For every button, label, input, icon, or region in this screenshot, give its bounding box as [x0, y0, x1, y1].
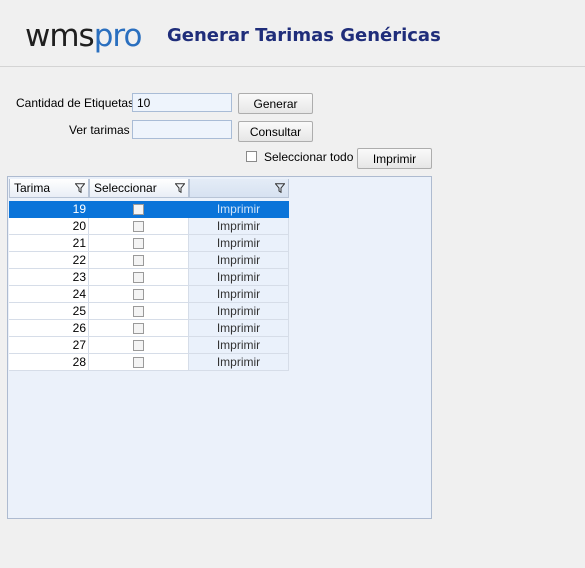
- column-header-seleccionar[interactable]: Seleccionar: [89, 179, 189, 198]
- page-title: Generar Tarimas Genéricas: [167, 25, 441, 46]
- row-checkbox[interactable]: [133, 255, 144, 266]
- seleccionar-cell[interactable]: [89, 320, 189, 337]
- cantidad-etiquetas-input[interactable]: 10: [132, 93, 232, 112]
- tarima-cell[interactable]: 28: [9, 354, 89, 371]
- tarima-cell[interactable]: 27: [9, 337, 89, 354]
- imprimir-row-button[interactable]: Imprimir: [189, 286, 289, 303]
- imprimir-row-button[interactable]: Imprimir: [189, 354, 289, 371]
- filter-icon[interactable]: [175, 183, 185, 193]
- wmspro-logo: wmspro: [25, 18, 143, 54]
- cantidad-etiquetas-label: Cantidad de Etiquetas: [16, 96, 135, 110]
- imprimir-row-button[interactable]: Imprimir: [189, 337, 289, 354]
- filter-icon[interactable]: [75, 183, 85, 193]
- row-checkbox[interactable]: [133, 272, 144, 283]
- seleccionar-cell[interactable]: [89, 269, 189, 286]
- column-header-accion[interactable]: [189, 179, 289, 198]
- seleccionar-cell[interactable]: [89, 252, 189, 269]
- imprimir-button[interactable]: Imprimir: [357, 148, 432, 169]
- tarima-cell[interactable]: 19: [9, 201, 89, 218]
- row-checkbox[interactable]: [133, 323, 144, 334]
- header-bar: wmspro Generar Tarimas Genéricas: [0, 0, 585, 67]
- imprimir-row-button[interactable]: Imprimir: [189, 269, 289, 286]
- row-checkbox[interactable]: [133, 221, 144, 232]
- tarima-cell[interactable]: 26: [9, 320, 89, 337]
- imprimir-row-button[interactable]: Imprimir: [189, 218, 289, 235]
- row-checkbox[interactable]: [133, 204, 144, 215]
- row-checkbox[interactable]: [133, 289, 144, 300]
- ver-tarimas-input[interactable]: [132, 120, 232, 139]
- seleccionar-cell[interactable]: [89, 286, 189, 303]
- tarima-cell[interactable]: 25: [9, 303, 89, 320]
- tarima-cell[interactable]: 22: [9, 252, 89, 269]
- ver-tarimas-label: Ver tarimas: [69, 123, 130, 137]
- row-checkbox[interactable]: [133, 306, 144, 317]
- seleccionar-cell[interactable]: [89, 201, 189, 218]
- imprimir-row-button[interactable]: Imprimir: [189, 252, 289, 269]
- column-header-label: Tarima: [14, 181, 51, 195]
- filter-icon[interactable]: [275, 183, 285, 193]
- tarima-cell[interactable]: 20: [9, 218, 89, 235]
- row-checkbox[interactable]: [133, 340, 144, 351]
- seleccionar-cell[interactable]: [89, 354, 189, 371]
- imprimir-row-button[interactable]: Imprimir: [189, 303, 289, 320]
- logo-text-wms: wms: [25, 18, 95, 54]
- generar-button[interactable]: Generar: [238, 93, 313, 114]
- column-header-label: Seleccionar: [94, 181, 157, 195]
- seleccionar-todo-label: Seleccionar todo: [264, 150, 354, 164]
- imprimir-row-button[interactable]: Imprimir: [189, 320, 289, 337]
- imprimir-row-button[interactable]: Imprimir: [189, 235, 289, 252]
- tarimas-grid: Tarima Seleccionar 19 Imprimir 20 Imprimir 2…: [7, 176, 432, 519]
- consultar-button[interactable]: Consultar: [238, 121, 313, 142]
- column-header-tarima[interactable]: Tarima: [9, 179, 89, 198]
- row-checkbox[interactable]: [133, 238, 144, 249]
- tarima-cell[interactable]: 24: [9, 286, 89, 303]
- logo-text-pro: pro: [93, 18, 143, 54]
- seleccionar-todo-checkbox[interactable]: [246, 151, 257, 162]
- seleccionar-cell[interactable]: [89, 235, 189, 252]
- tarima-cell[interactable]: 21: [9, 235, 89, 252]
- imprimir-row-button[interactable]: Imprimir: [189, 201, 289, 218]
- seleccionar-cell[interactable]: [89, 218, 189, 235]
- seleccionar-cell[interactable]: [89, 337, 189, 354]
- row-checkbox[interactable]: [133, 357, 144, 368]
- tarima-cell[interactable]: 23: [9, 269, 89, 286]
- seleccionar-cell[interactable]: [89, 303, 189, 320]
